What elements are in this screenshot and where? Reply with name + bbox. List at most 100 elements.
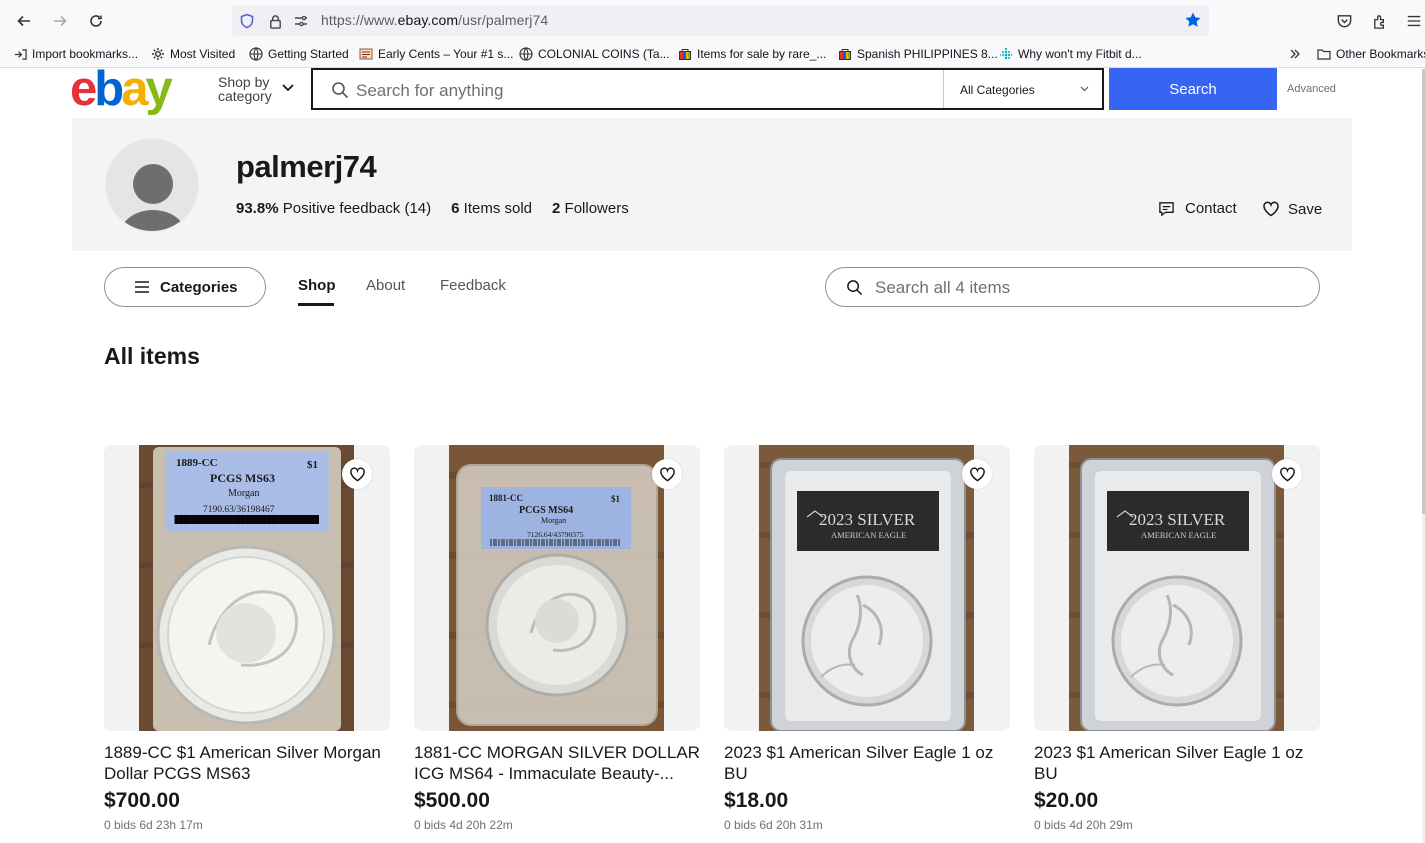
bookmark-label: Why won't my Fitbit d...	[1018, 47, 1142, 61]
page-title: All items	[104, 343, 200, 369]
slab-label-line1: 1889-CC	[176, 457, 218, 469]
bookmark-label: Early Cents – Your #1 s...	[378, 47, 514, 61]
bookmark-colonial-coins[interactable]: COLONIAL COINS (Ta...	[519, 47, 670, 61]
globe-icon	[519, 47, 533, 61]
feedback-stat[interactable]: 93.8% Positive feedback (14)	[236, 200, 431, 217]
reload-button[interactable]	[82, 8, 110, 34]
tab-shop[interactable]: Shop	[298, 277, 336, 294]
feedback-percent: 93.8%	[236, 200, 279, 217]
menu-icon[interactable]	[1404, 11, 1424, 31]
advanced-search-link[interactable]: Advanced	[1287, 83, 1336, 95]
item-price: $700.00	[104, 789, 180, 812]
graded-coin-slab-image: 1881-CC $1 PCGS MS64 Morgan 7126.64/4379…	[449, 445, 664, 731]
item-card[interactable]: 1889-CC $1 PCGS MS63 Morgan 7190.63/3619…	[104, 445, 390, 832]
back-button[interactable]	[10, 8, 38, 34]
item-title[interactable]: 2023 $1 American Silver Eagle 1 oz BU	[1034, 742, 1320, 784]
item-bids-time: 0 bids 4d 20h 22m	[414, 818, 513, 832]
double-chevron-icon	[1288, 47, 1302, 61]
silver-eagle-slab-image: 2023 SILVER AMERICAN EAGLE	[1069, 445, 1284, 731]
reload-icon	[90, 15, 102, 27]
coin-photo: 1881-CC $1 PCGS MS64 Morgan 7126.64/4379…	[449, 445, 664, 731]
user-placeholder-icon	[120, 164, 186, 231]
bookmark-spanish-philippines[interactable]: Spanish PHILIPPINES 8...	[838, 47, 998, 61]
slab-label-line4: 7126.64/43790375	[527, 530, 584, 539]
item-image[interactable]: 2023 SILVER AMERICAN EAGLE	[724, 445, 1010, 731]
extensions-icon[interactable]	[1370, 11, 1390, 31]
slab-label-line1: 1881-CC	[489, 493, 523, 503]
item-image[interactable]: 1889-CC $1 PCGS MS63 Morgan 7190.63/3619…	[104, 445, 390, 731]
tracking-protection-icon[interactable]	[238, 12, 256, 30]
watch-item-button[interactable]	[1272, 459, 1302, 489]
item-card[interactable]: 2023 SILVER AMERICAN EAGLE 2023 $1 Ameri…	[1034, 445, 1320, 832]
item-title[interactable]: 1881-CC MORGAN SILVER DOLLAR ICG MS64 - …	[414, 742, 700, 784]
contact-label: Contact	[1185, 200, 1237, 217]
contact-button[interactable]: Contact	[1158, 200, 1237, 217]
bookmark-items-for-sale[interactable]: Items for sale by rare_...	[678, 47, 826, 61]
url-bar[interactable]: https://www.ebay.com/usr/palmerj74	[232, 5, 1209, 36]
message-icon	[1159, 202, 1174, 217]
bookmark-import[interactable]: Import bookmarks...	[13, 47, 138, 61]
bookmark-label: Spanish PHILIPPINES 8...	[857, 47, 998, 61]
watch-item-button[interactable]	[962, 459, 992, 489]
bookmark-fitbit[interactable]: Why won't my Fitbit d...	[999, 47, 1142, 61]
ebay-favicon	[838, 47, 852, 61]
search-icon	[847, 280, 863, 296]
url-text[interactable]: https://www.ebay.com/usr/palmerj74	[321, 12, 548, 28]
categories-button[interactable]: Categories	[104, 267, 266, 307]
other-bookmarks[interactable]: Other Bookmarks	[1317, 47, 1425, 61]
heart-icon	[1263, 201, 1279, 217]
forward-button[interactable]	[46, 8, 74, 34]
ebay-logo[interactable]: ebay	[70, 64, 173, 114]
shop-by-category-button[interactable]: Shop by category	[218, 75, 278, 103]
slab-label-line2: AMERICAN EAGLE	[1141, 530, 1216, 540]
lock-icon[interactable]	[266, 12, 284, 30]
heart-icon	[659, 466, 675, 482]
store-search-placeholder: Search all 4 items	[875, 278, 1011, 297]
search-button[interactable]: Search	[1109, 68, 1277, 110]
save-seller-button[interactable]: Save	[1262, 200, 1322, 218]
chevron-down-icon[interactable]	[281, 83, 295, 93]
site-permissions-icon[interactable]	[292, 12, 310, 30]
watch-item-button[interactable]	[652, 459, 682, 489]
bookmark-star-icon[interactable]	[1184, 11, 1202, 29]
folder-icon	[1317, 47, 1331, 61]
slab-label-line3: Morgan	[228, 488, 259, 499]
category-select[interactable]: All Categories	[943, 70, 1103, 108]
pocket-icon[interactable]	[1334, 11, 1354, 31]
coin-photo: 2023 SILVER AMERICAN EAGLE	[759, 445, 974, 731]
store-search-input[interactable]: Search all 4 items	[825, 267, 1320, 307]
coin-photo: 2023 SILVER AMERICAN EAGLE	[1069, 445, 1284, 731]
site-favicon	[359, 47, 373, 61]
item-price: $18.00	[724, 789, 789, 812]
bookmarks-overflow-button[interactable]	[1288, 47, 1302, 61]
seller-banner: palmerj74 93.8% Positive feedback (14) 6…	[72, 118, 1352, 251]
item-image[interactable]: 2023 SILVER AMERICAN EAGLE	[1034, 445, 1320, 731]
seller-name: palmerj74	[236, 149, 377, 184]
item-card[interactable]: 2023 SILVER AMERICAN EAGLE 2023 $1 Ameri…	[724, 445, 1010, 832]
item-image[interactable]: 1881-CC $1 PCGS MS64 Morgan 7126.64/4379…	[414, 445, 700, 731]
bookmark-most-visited[interactable]: Most Visited	[151, 47, 235, 61]
browser-toolbar: https://www.ebay.com/usr/palmerj74	[0, 0, 1425, 42]
fitbit-favicon	[999, 47, 1013, 61]
slab-label-line2: PCGS MS63	[210, 471, 275, 485]
item-price: $500.00	[414, 789, 490, 812]
bookmark-early-cents[interactable]: Early Cents – Your #1 s...	[359, 47, 513, 61]
item-card[interactable]: 1881-CC $1 PCGS MS64 Morgan 7126.64/4379…	[414, 445, 700, 832]
item-title[interactable]: 1889-CC $1 American Silver Morgan Dollar…	[104, 742, 390, 784]
hamburger-icon	[135, 281, 149, 293]
bookmark-getting-started[interactable]: Getting Started	[249, 47, 349, 61]
save-label: Save	[1288, 200, 1323, 218]
tab-about[interactable]: About	[366, 277, 405, 294]
tab-feedback[interactable]: Feedback	[440, 277, 506, 294]
watch-item-button[interactable]	[342, 459, 372, 489]
search-input[interactable]: Search for anything All Categories	[311, 68, 1104, 110]
items-sold-count: 6	[451, 200, 460, 217]
ebay-favicon	[678, 47, 692, 61]
url-prefix: https://www.	[321, 12, 398, 28]
item-title[interactable]: 2023 $1 American Silver Eagle 1 oz BU	[724, 742, 1010, 784]
slab-label-line1: 2023 SILVER	[1129, 510, 1226, 529]
slab-label-denomination: $1	[611, 494, 621, 504]
heart-icon	[969, 466, 985, 482]
bookmark-label: Items for sale by rare_...	[697, 47, 827, 61]
slab-label-line3: Morgan	[541, 516, 566, 525]
